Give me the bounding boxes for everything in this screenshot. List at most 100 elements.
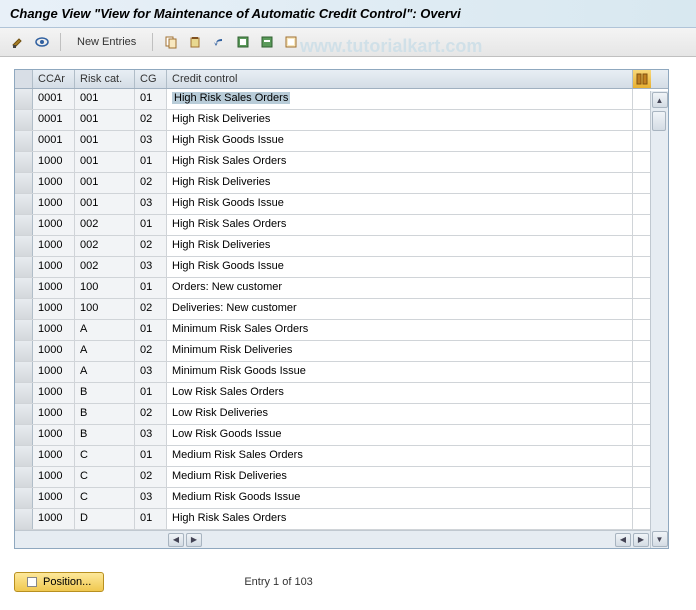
cell-credit-control[interactable]: High Risk Deliveries [167,236,633,256]
cell-cg[interactable]: 02 [135,467,167,487]
cell-risk[interactable]: 100 [75,278,135,298]
table-row[interactable]: 000100101High Risk Sales Orders [15,89,668,110]
cell-ccar[interactable]: 0001 [33,110,75,130]
cell-cg[interactable]: 01 [135,383,167,403]
cell-ccar[interactable]: 1000 [33,278,75,298]
table-row[interactable]: 100000101High Risk Sales Orders [15,152,668,173]
row-selector[interactable] [15,152,33,172]
delete-icon[interactable] [185,32,205,52]
column-risk[interactable]: Risk cat. [75,70,135,88]
table-row[interactable]: 100000201High Risk Sales Orders [15,215,668,236]
cell-ccar[interactable]: 1000 [33,404,75,424]
cell-risk[interactable]: B [75,383,135,403]
cell-credit-control[interactable]: Orders: New customer [167,278,633,298]
row-selector[interactable] [15,257,33,277]
cell-ccar[interactable]: 1000 [33,299,75,319]
configure-columns-icon[interactable] [633,70,651,88]
cell-credit-control[interactable]: Minimum Risk Goods Issue [167,362,633,382]
cell-credit-control[interactable]: Low Risk Deliveries [167,404,633,424]
row-selector[interactable] [15,320,33,340]
column-credit-control[interactable]: Credit control [167,70,633,88]
cell-cg[interactable]: 02 [135,404,167,424]
cell-cg[interactable]: 03 [135,362,167,382]
cell-cg[interactable]: 01 [135,278,167,298]
cell-risk[interactable]: 100 [75,299,135,319]
cell-risk[interactable]: C [75,488,135,508]
cell-credit-control[interactable]: Medium Risk Goods Issue [167,488,633,508]
cell-cg[interactable]: 01 [135,509,167,529]
cell-risk[interactable]: 001 [75,131,135,151]
cell-risk[interactable]: 001 [75,110,135,130]
cell-cg[interactable]: 03 [135,131,167,151]
cell-credit-control[interactable]: Medium Risk Deliveries [167,467,633,487]
cell-credit-control[interactable]: High Risk Deliveries [167,110,633,130]
table-row[interactable]: 1000A03Minimum Risk Goods Issue [15,362,668,383]
cell-cg[interactable]: 02 [135,110,167,130]
scroll-down-icon[interactable]: ▼ [652,531,668,547]
table-row[interactable]: 100000103High Risk Goods Issue [15,194,668,215]
scroll-up-icon[interactable]: ▲ [652,92,668,108]
cell-credit-control[interactable]: High Risk Sales Orders [167,152,633,172]
cell-ccar[interactable]: 1000 [33,383,75,403]
cell-credit-control[interactable]: High Risk Goods Issue [167,257,633,277]
cell-ccar[interactable]: 0001 [33,89,75,109]
cell-ccar[interactable]: 1000 [33,320,75,340]
table-row[interactable]: 1000A02Minimum Risk Deliveries [15,341,668,362]
table-row[interactable]: 100010002Deliveries: New customer [15,299,668,320]
cell-credit-control[interactable]: Low Risk Goods Issue [167,425,633,445]
cell-cg[interactable]: 01 [135,215,167,235]
cell-ccar[interactable]: 1000 [33,194,75,214]
table-row[interactable]: 1000A01Minimum Risk Sales Orders [15,320,668,341]
cell-credit-control[interactable]: High Risk Deliveries [167,173,633,193]
row-selector[interactable] [15,509,33,529]
cell-ccar[interactable]: 1000 [33,446,75,466]
cell-risk[interactable]: C [75,467,135,487]
cell-risk[interactable]: B [75,425,135,445]
table-row[interactable]: 000100103High Risk Goods Issue [15,131,668,152]
cell-cg[interactable]: 02 [135,173,167,193]
cell-credit-control[interactable]: Minimum Risk Sales Orders [167,320,633,340]
cell-ccar[interactable]: 1000 [33,215,75,235]
cell-risk[interactable]: 001 [75,152,135,172]
hscroll-right2-icon[interactable]: ▶ [633,533,649,547]
row-selector[interactable] [15,131,33,151]
table-row[interactable]: 100010001Orders: New customer [15,278,668,299]
row-selector[interactable] [15,278,33,298]
table-row[interactable]: 1000D01High Risk Sales Orders [15,509,668,530]
row-selector[interactable] [15,488,33,508]
cell-risk[interactable]: 002 [75,236,135,256]
copy-icon[interactable] [161,32,181,52]
cell-cg[interactable]: 02 [135,299,167,319]
cell-risk[interactable]: 001 [75,89,135,109]
cell-ccar[interactable]: 1000 [33,425,75,445]
cell-cg[interactable]: 01 [135,89,167,109]
vertical-scrollbar[interactable]: ▲ ▼ [650,91,668,548]
table-row[interactable]: 100000102High Risk Deliveries [15,173,668,194]
row-selector[interactable] [15,89,33,109]
table-row[interactable]: 100000203High Risk Goods Issue [15,257,668,278]
cell-credit-control[interactable]: Minimum Risk Deliveries [167,341,633,361]
cell-ccar[interactable]: 1000 [33,173,75,193]
table-row[interactable]: 1000B03Low Risk Goods Issue [15,425,668,446]
select-all-column[interactable] [15,70,33,88]
cell-cg[interactable]: 03 [135,425,167,445]
row-selector[interactable] [15,404,33,424]
cell-ccar[interactable]: 0001 [33,131,75,151]
cell-cg[interactable]: 01 [135,446,167,466]
hscroll-right-icon[interactable]: ▶ [186,533,202,547]
cell-credit-control[interactable]: Low Risk Sales Orders [167,383,633,403]
table-row[interactable]: 1000C01Medium Risk Sales Orders [15,446,668,467]
column-ccar[interactable]: CCAr [33,70,75,88]
row-selector[interactable] [15,194,33,214]
cell-risk[interactable]: D [75,509,135,529]
row-selector[interactable] [15,425,33,445]
table-row[interactable]: 1000B01Low Risk Sales Orders [15,383,668,404]
table-row[interactable]: 1000B02Low Risk Deliveries [15,404,668,425]
cell-cg[interactable]: 02 [135,341,167,361]
cell-risk[interactable]: C [75,446,135,466]
cell-risk[interactable]: A [75,362,135,382]
row-selector[interactable] [15,173,33,193]
other-view-icon[interactable] [32,32,52,52]
select-block-icon[interactable] [257,32,277,52]
scroll-thumb[interactable] [652,111,666,131]
